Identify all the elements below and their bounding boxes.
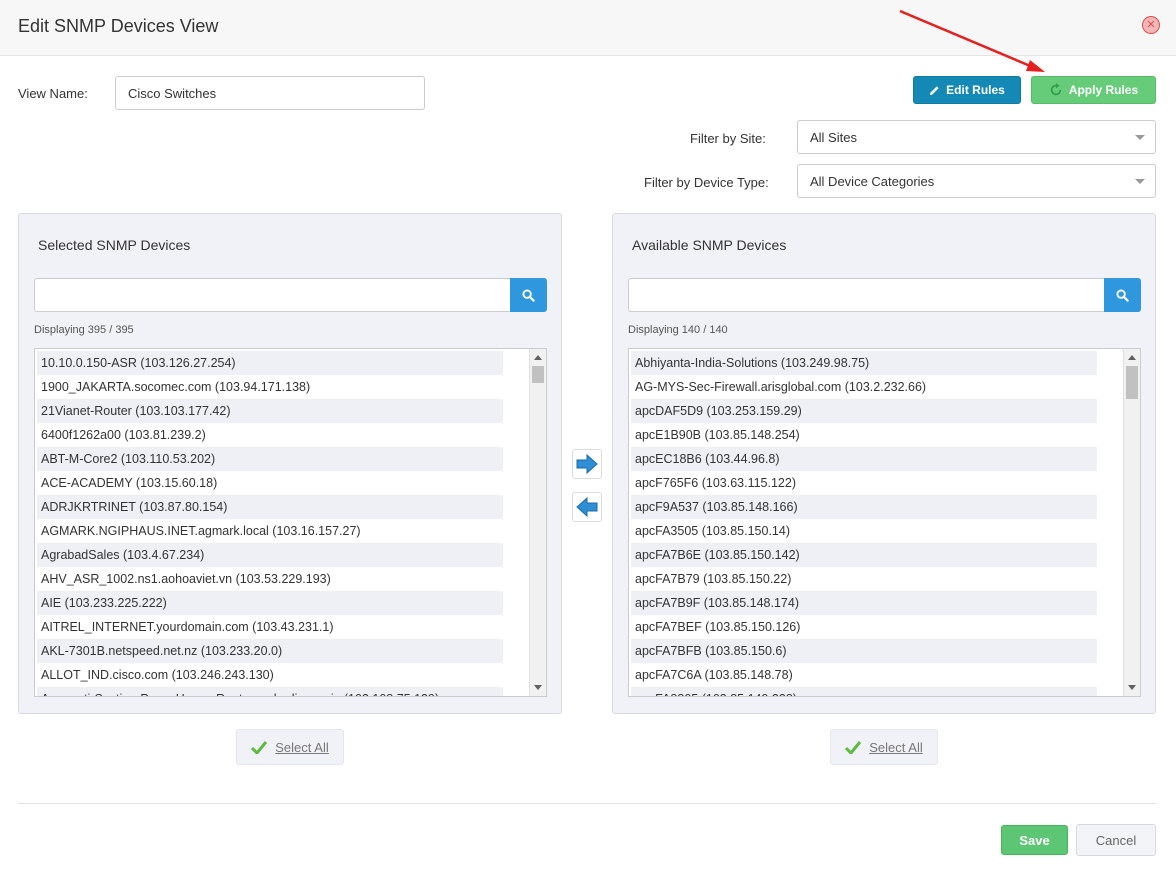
available-items: Abhiyanta-India-Solutions (103.249.98.75… bbox=[631, 351, 1097, 696]
available-search-input[interactable] bbox=[628, 278, 1104, 312]
list-item[interactable]: 1900_JAKARTA.socomec.com (103.94.171.138… bbox=[37, 375, 503, 399]
list-item[interactable]: apcEC18B6 (103.44.96.8) bbox=[631, 447, 1097, 471]
dialog-header: Edit SNMP Devices View ✕ bbox=[0, 0, 1176, 56]
list-item[interactable]: apcFA7B9F (103.85.148.174) bbox=[631, 591, 1097, 615]
arrow-left-icon bbox=[576, 496, 598, 518]
arrow-right-icon bbox=[576, 453, 598, 475]
move-left-button[interactable] bbox=[572, 492, 602, 522]
list-item[interactable]: ADRJKRTRINET (103.87.80.154) bbox=[37, 495, 503, 519]
list-item[interactable]: apcF765F6 (103.63.115.122) bbox=[631, 471, 1097, 495]
list-item[interactable]: Abhiyanta-India-Solutions (103.249.98.75… bbox=[631, 351, 1097, 375]
list-item[interactable]: AGMARK.NGIPHAUS.INET.agmark.local (103.1… bbox=[37, 519, 503, 543]
list-item[interactable]: apcFA7C6A (103.85.148.78) bbox=[631, 663, 1097, 687]
list-item[interactable]: ABT-M-Core2 (103.110.53.202) bbox=[37, 447, 503, 471]
selected-search-button[interactable] bbox=[510, 278, 547, 312]
scroll-up-icon[interactable] bbox=[1128, 355, 1136, 360]
available-devices-panel: Available SNMP Devices Displaying 140 / … bbox=[612, 213, 1156, 714]
list-item[interactable]: ALLOT_IND.cisco.com (103.246.243.130) bbox=[37, 663, 503, 687]
list-item[interactable]: apcE1B90B (103.85.148.254) bbox=[631, 423, 1097, 447]
list-item[interactable]: 21Vianet-Router (103.103.177.42) bbox=[37, 399, 503, 423]
list-item[interactable]: AHV_ASR_1002.ns1.aohoaviet.vn (103.53.22… bbox=[37, 567, 503, 591]
list-item[interactable]: AG-MYS-Sec-Firewall.arisglobal.com (103.… bbox=[631, 375, 1097, 399]
apply-rules-label: Apply Rules bbox=[1068, 83, 1139, 97]
list-item[interactable]: apcF9A537 (103.85.148.166) bbox=[631, 495, 1097, 519]
footer-divider bbox=[18, 803, 1156, 804]
list-item[interactable]: AITREL_INTERNET.yourdomain.com (103.43.2… bbox=[37, 615, 503, 639]
cancel-button[interactable]: Cancel bbox=[1076, 824, 1156, 856]
filter-type-value: All Device Categories bbox=[810, 173, 935, 189]
available-search-button[interactable] bbox=[1104, 278, 1141, 312]
selected-devices-list[interactable]: 10.10.0.150-ASR (103.126.27.254) 1900_JAK… bbox=[34, 348, 547, 697]
list-item[interactable]: apcFA7B6E (103.85.150.142) bbox=[631, 543, 1097, 567]
checkmark-icon bbox=[845, 740, 862, 754]
chevron-down-icon bbox=[1135, 135, 1145, 140]
filter-site-label: Filter by Site: bbox=[690, 131, 766, 146]
list-item[interactable]: apcFA7B79 (103.85.150.22) bbox=[631, 567, 1097, 591]
selected-count: Displaying 395 / 395 bbox=[34, 324, 134, 336]
checkmark-icon bbox=[251, 740, 268, 754]
selected-panel-title: Selected SNMP Devices bbox=[38, 237, 191, 253]
search-icon bbox=[522, 288, 535, 302]
selected-search-input[interactable] bbox=[34, 278, 510, 312]
list-item[interactable]: apcFA7BEF (103.85.150.126) bbox=[631, 615, 1097, 639]
list-item[interactable]: AKL-7301B.netspeed.net.nz (103.233.20.0) bbox=[37, 639, 503, 663]
list-item[interactable]: 6400f1262a00 (103.81.239.2) bbox=[37, 423, 503, 447]
available-devices-list[interactable]: Abhiyanta-India-Solutions (103.249.98.75… bbox=[628, 348, 1141, 697]
chevron-down-icon bbox=[1135, 179, 1145, 184]
scroll-down-icon[interactable] bbox=[1128, 685, 1136, 690]
list-item[interactable]: ACE-ACADEMY (103.15.60.18) bbox=[37, 471, 503, 495]
save-button[interactable]: Save bbox=[1001, 825, 1068, 855]
list-item[interactable]: 10.10.0.150-ASR (103.126.27.254) bbox=[37, 351, 503, 375]
selected-items: 10.10.0.150-ASR (103.126.27.254) 1900_JAK… bbox=[37, 351, 503, 696]
list-item[interactable]: apcFA3505 (103.85.150.14) bbox=[631, 519, 1097, 543]
select-all-label: Select All bbox=[869, 739, 923, 755]
select-all-selected-button[interactable]: Select All bbox=[236, 729, 344, 765]
filter-type-label: Filter by Device Type: bbox=[644, 175, 769, 190]
view-name-input[interactable] bbox=[115, 76, 425, 110]
close-icon[interactable]: ✕ bbox=[1142, 16, 1160, 34]
list-item[interactable]: apcDAF5D9 (103.253.159.29) bbox=[631, 399, 1097, 423]
list-item[interactable]: Amravati-Section-PowerHouse-Router.mahad… bbox=[37, 687, 503, 696]
search-icon bbox=[1116, 288, 1129, 302]
list-item[interactable]: AIE (103.233.225.222) bbox=[37, 591, 503, 615]
available-count: Displaying 140 / 140 bbox=[628, 324, 728, 336]
scroll-down-icon[interactable] bbox=[534, 685, 542, 690]
available-panel-title: Available SNMP Devices bbox=[632, 237, 787, 253]
scroll-up-icon[interactable] bbox=[534, 355, 542, 360]
select-all-label: Select All bbox=[275, 739, 329, 755]
filter-type-select[interactable]: All Device Categories bbox=[797, 164, 1156, 198]
list-item[interactable]: apcFA8805 (103.85.149.238) bbox=[631, 687, 1097, 696]
move-right-button[interactable] bbox=[572, 449, 602, 479]
filter-site-value: All Sites bbox=[810, 129, 857, 145]
dialog-title: Edit SNMP Devices View bbox=[18, 16, 219, 36]
apply-rules-button[interactable]: Apply Rules bbox=[1031, 76, 1156, 104]
edit-rules-button[interactable]: Edit Rules bbox=[913, 76, 1021, 104]
view-name-label: View Name: bbox=[18, 86, 88, 101]
edit-rules-label: Edit Rules bbox=[946, 83, 1005, 97]
scrollbar[interactable] bbox=[1123, 349, 1140, 696]
select-all-available-button[interactable]: Select All bbox=[830, 729, 938, 765]
selected-devices-panel: Selected SNMP Devices Displaying 395 / 3… bbox=[18, 213, 562, 714]
refresh-icon bbox=[1050, 83, 1062, 96]
list-item[interactable]: AgrabadSales (103.4.67.234) bbox=[37, 543, 503, 567]
scroll-thumb[interactable] bbox=[532, 366, 544, 383]
list-item[interactable]: apcFA7BFB (103.85.150.6) bbox=[631, 639, 1097, 663]
pencil-icon bbox=[930, 85, 939, 95]
filter-site-select[interactable]: All Sites bbox=[797, 120, 1156, 154]
scroll-thumb[interactable] bbox=[1126, 366, 1138, 399]
scrollbar[interactable] bbox=[529, 349, 546, 696]
